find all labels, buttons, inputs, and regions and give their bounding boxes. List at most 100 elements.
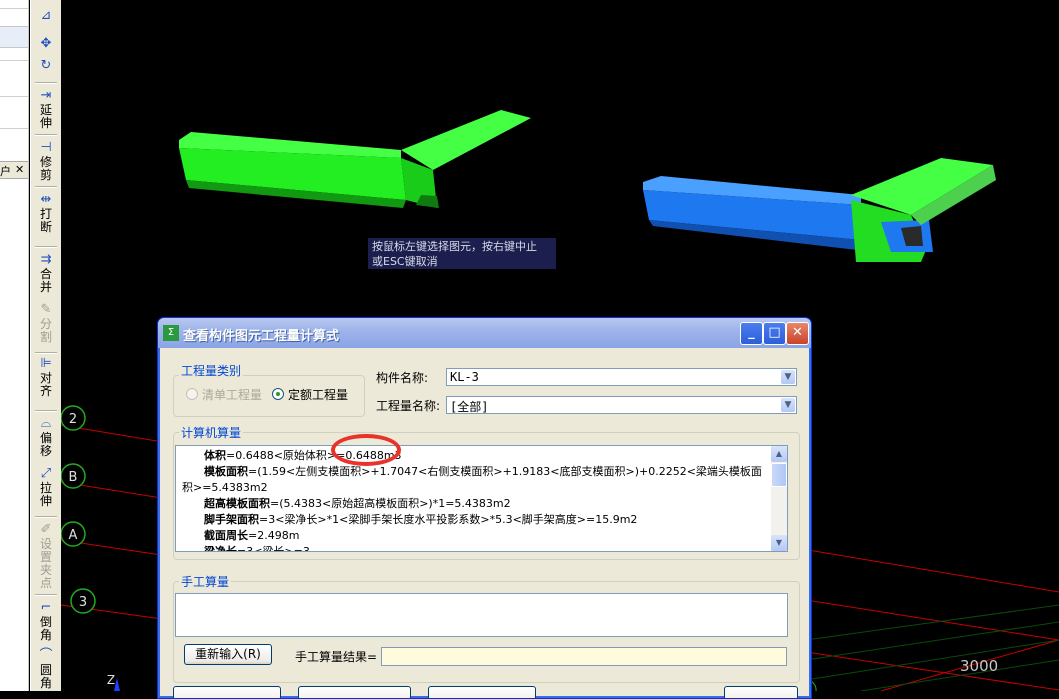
computer-calc-group-label: 计算机算量 — [179, 424, 244, 441]
left-panel-tab[interactable]: 户 ✕ — [0, 161, 28, 179]
calc-line: 模板面积=(1.59<左侧支模面积>+1.7047<右侧支模面积>+1.9183… — [182, 464, 772, 480]
calc-line: 脚手架面积=3<梁净长>*1<梁脚手架长度水平投影系数>*5.3<脚手架高度>=… — [182, 512, 772, 528]
chevron-down-icon[interactable]: ▼ — [781, 398, 795, 412]
norm-quantity-radio[interactable] — [272, 388, 284, 400]
toolbar-offset-button[interactable]: ⌓ 偏移 — [32, 416, 60, 458]
computer-calc-textbox[interactable]: 体积=0.6488<原始体积>=0.6488m3 模板面积=(1.59<左侧支模面… — [175, 445, 788, 552]
vertical-scrollbar[interactable]: ▲ ▼ — [771, 446, 787, 551]
toolbar-merge-label: 合并 — [39, 267, 52, 294]
toolbar-separator — [35, 516, 57, 518]
grid-axis-markers — [61, 405, 96, 614]
scroll-thumb[interactable] — [771, 463, 787, 487]
blue-beam[interactable] — [643, 158, 996, 262]
toolbar-set-grip-button: ✐ 设置夹点 — [32, 522, 60, 590]
toolbar-extend-button[interactable]: ⇥ 延伸 — [32, 88, 60, 130]
calc-line-name: 超高模板面积 — [204, 497, 270, 510]
extend-icon: ⇥ — [40, 88, 52, 103]
calc-line-name: 脚手架面积 — [204, 513, 259, 526]
norm-quantity-label[interactable]: 定额工程量 — [288, 386, 348, 403]
chevron-down-icon[interactable]: ▼ — [781, 370, 795, 384]
calc-line-formula: 积>=5.4383m2 — [182, 481, 268, 494]
toolbar-align-button[interactable]: ⊫ 对齐 — [32, 356, 60, 398]
axis-label-a: A — [69, 528, 78, 543]
quantity-formula-dialog: Σ 查看构件图元工程量计算式 _ □ ✕ 工程量类别 清单工程量 定额工程量 构… — [157, 317, 812, 699]
axis-label-3: 3 — [79, 595, 87, 610]
calc-line-name: 梁净长 — [204, 545, 237, 552]
calc-line-name: 体积 — [204, 449, 226, 462]
quantity-name-select[interactable]: [全部] ▼ — [446, 396, 797, 414]
scroll-down-icon[interactable]: ▼ — [771, 535, 787, 551]
calc-line: 超高模板面积=(5.4383<原始超高模板面积>)*1=5.4383m2 — [182, 496, 772, 512]
toolbar-trim-button[interactable]: ⊣ 修剪 — [32, 140, 60, 182]
fillet-icon: ⌒ — [39, 648, 53, 663]
toolbar-merge-button[interactable]: ⇉ 合并 — [32, 252, 60, 294]
component-name-select[interactable]: KL-3 ▼ — [446, 368, 797, 386]
component-name-value: KL-3 — [450, 370, 479, 384]
toolbar-rotate-button[interactable]: ↻ — [32, 58, 60, 74]
toolbar-stretch-button[interactable]: ⤢ 拉伸 — [32, 466, 60, 508]
selection-tooltip: 按鼠标左键选择图元，按右键中止 或ESC键取消 — [368, 238, 556, 269]
bill-quantity-label: 清单工程量 — [202, 388, 263, 402]
left-panel-selected-row[interactable] — [0, 26, 28, 48]
toolbar-mirror-button[interactable]: ⊿ — [32, 8, 60, 24]
calc-line-formula: =(5.4383<原始超高模板面积>)*1=5.4383m2 — [270, 497, 511, 510]
reenter-button[interactable]: 重新输入(R) — [184, 644, 272, 665]
calc-line-formula: =(1.59<左侧支模面积>+1.7047<右侧支模面积>+1.9183<底部支… — [248, 465, 762, 478]
bottom-button-1[interactable] — [173, 686, 281, 698]
toolbar-chamfer-button[interactable]: ⌐ 倒角 — [32, 600, 60, 642]
calc-line-name: 模板面积 — [204, 465, 248, 478]
toolbar-extend-label: 延伸 — [39, 103, 52, 130]
scale-label: 3000 — [960, 657, 999, 675]
tooltip-line-2: 或ESC键取消 — [372, 255, 438, 268]
toolbar-break-button[interactable]: ⇹ 打断 — [32, 192, 60, 234]
highlight-circle-annotation — [331, 434, 401, 466]
calc-line: 梁净长=3<梁长>=3 — [182, 544, 772, 552]
quantity-name-value: [全部] — [450, 400, 489, 414]
bottom-button-2[interactable] — [298, 686, 411, 698]
close-icon[interactable]: ✕ — [15, 163, 24, 176]
edit-toolbar: ⊿ ✥ ↻ ⇥ 延伸 ⊣ 修剪 ⇹ 打断 ⇉ 合并 ✎ 分割 ⊫ 对齐 ⌓ 偏移 ⤢ 拉伸 ✐ 设置夹点 ⌐ 倒角 ⌒ 圆角 — [30, 0, 62, 691]
toolbar-fillet-button[interactable]: ⌒ 圆角 — [32, 648, 60, 690]
manual-result-label: 手工算量结果= — [295, 650, 378, 664]
align-icon: ⊫ — [40, 356, 52, 371]
calc-line-name: 截面周长 — [204, 529, 248, 542]
toolbar-separator — [35, 594, 57, 596]
toolbar-split-label: 分割 — [39, 317, 52, 344]
toolbar-separator — [35, 134, 57, 136]
axis-label-2: 2 — [69, 412, 77, 427]
toolbar-align-label: 对齐 — [39, 371, 52, 398]
toolbar-separator — [35, 82, 57, 84]
offset-icon: ⌓ — [40, 416, 52, 431]
quantity-type-group-label: 工程量类别 — [179, 362, 244, 379]
bottom-button-3[interactable] — [428, 686, 536, 698]
bill-quantity-radio — [186, 388, 198, 400]
split-icon: ✎ — [40, 302, 52, 317]
minimize-button[interactable]: _ — [740, 322, 763, 345]
toolbar-stretch-label: 拉伸 — [39, 481, 52, 508]
manual-calc-textbox[interactable] — [175, 593, 788, 637]
toolbar-chamfer-label: 倒角 — [39, 615, 52, 642]
manual-calc-group-label: 手工算量 — [179, 573, 232, 590]
bottom-button-4[interactable] — [724, 686, 798, 698]
axis-label-b: B — [69, 470, 78, 485]
toolbar-fillet-label: 圆角 — [39, 663, 52, 690]
green-beam[interactable] — [179, 110, 531, 208]
toolbar-separator — [35, 246, 57, 248]
close-button[interactable]: ✕ — [786, 322, 809, 345]
dialog-titlebar[interactable]: Σ 查看构件图元工程量计算式 _ □ ✕ — [158, 318, 811, 348]
manual-result-field[interactable] — [381, 647, 787, 666]
maximize-button[interactable]: □ — [763, 322, 786, 345]
scroll-up-icon[interactable]: ▲ — [771, 446, 787, 462]
rotate-icon: ↻ — [40, 58, 52, 73]
app-icon: Σ — [163, 325, 179, 341]
toolbar-break-label: 打断 — [39, 207, 52, 234]
trim-icon: ⊣ — [40, 140, 52, 155]
calc-line: 积>=5.4383m2 — [182, 480, 772, 496]
toolbar-move-button[interactable]: ✥ — [32, 36, 60, 52]
tooltip-line-1: 按鼠标左键选择图元，按右键中止 — [372, 240, 537, 253]
floor-grid — [805, 604, 1059, 691]
toolbar-separator — [35, 410, 57, 412]
toolbar-trim-label: 修剪 — [39, 155, 52, 182]
dialog-title: 查看构件图元工程量计算式 — [183, 329, 340, 344]
calc-line-formula: =2.498m — [248, 529, 300, 542]
